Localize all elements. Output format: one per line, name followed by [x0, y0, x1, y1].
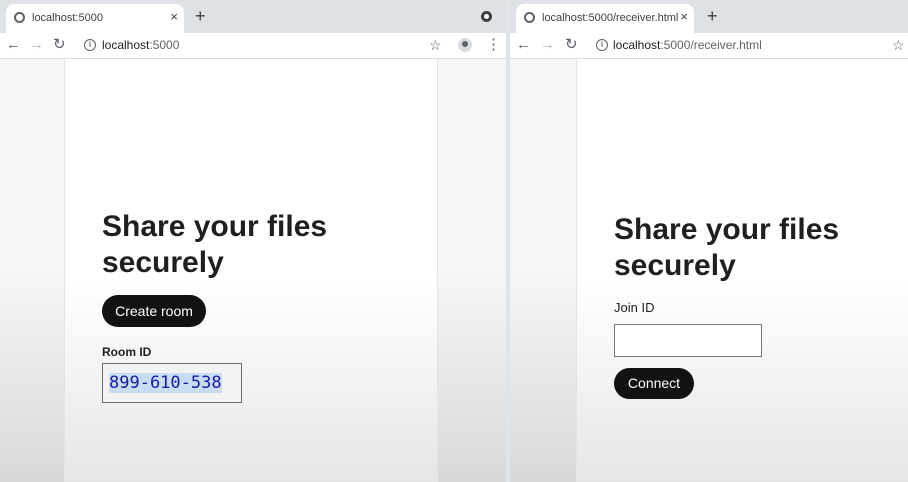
reload-button[interactable]: ↻: [53, 35, 66, 55]
page-title: Share your files securely: [102, 209, 327, 281]
close-icon[interactable]: ×: [680, 8, 688, 26]
url-path: :5000/receiver.html: [660, 38, 762, 52]
room-id-label: Room ID: [102, 345, 152, 359]
page-title: Share your files securely: [614, 212, 839, 284]
connect-button[interactable]: Connect: [614, 368, 694, 399]
page-viewport: Share your files securely Create room Ro…: [0, 59, 506, 482]
menu-icon[interactable]: ⋮: [486, 35, 501, 55]
tab-title: localhost:5000: [32, 12, 103, 24]
bookmark-star-icon[interactable]: ☆: [892, 36, 905, 54]
title-line-1: Share your files: [102, 210, 328, 243]
join-id-input[interactable]: [614, 324, 762, 357]
url-host: localhost: [102, 38, 150, 52]
title-line-2: securely: [614, 249, 736, 282]
bookmark-star-icon[interactable]: ☆: [429, 36, 442, 54]
forward-button[interactable]: →: [29, 35, 44, 55]
toolbar: ← → ↻ i localhost:5000 ☆ ⋮: [0, 33, 506, 59]
toolbar: ← → ↻ i localhost:5000/receiver.html ☆: [510, 33, 908, 59]
new-tab-button[interactable]: +: [195, 7, 206, 25]
back-button[interactable]: ←: [516, 35, 531, 55]
room-id-value[interactable]: 899-610-538: [109, 373, 222, 393]
tab-strip: localhost:5000 × +: [0, 0, 506, 33]
close-icon[interactable]: ×: [170, 8, 178, 26]
page-card: Share your files securely Join ID Connec…: [576, 59, 908, 482]
info-icon[interactable]: i: [596, 39, 608, 51]
receiver-browser-window: localhost:5000/receiver.html × + ← → ↻ i…: [510, 0, 908, 482]
sender-browser-window: localhost:5000 × + ← → ↻ i localhost:500…: [0, 0, 506, 482]
forward-button[interactable]: →: [540, 35, 555, 55]
new-tab-button[interactable]: +: [707, 7, 718, 25]
tab-strip: localhost:5000/receiver.html × +: [510, 0, 908, 33]
address-bar[interactable]: localhost:5000: [102, 38, 179, 52]
back-button[interactable]: ←: [6, 35, 21, 55]
tab-title: localhost:5000/receiver.html: [542, 12, 679, 24]
record-icon[interactable]: [481, 11, 492, 22]
tab-receiver[interactable]: localhost:5000/receiver.html ×: [516, 4, 694, 33]
globe-icon: [524, 12, 535, 23]
address-bar[interactable]: localhost:5000/receiver.html: [613, 38, 762, 52]
title-line-2: securely: [102, 246, 224, 279]
join-id-label: Join ID: [614, 300, 655, 315]
create-room-button[interactable]: Create room: [102, 295, 206, 327]
info-icon[interactable]: i: [84, 39, 96, 51]
url-host: localhost: [613, 38, 661, 52]
title-line-1: Share your files: [614, 213, 840, 246]
page-viewport: Share your files securely Join ID Connec…: [510, 59, 908, 482]
globe-icon: [14, 12, 25, 23]
page-card: Share your files securely Create room Ro…: [64, 59, 438, 482]
room-id-box[interactable]: 899-610-538: [102, 363, 242, 403]
tab-sender[interactable]: localhost:5000 ×: [6, 4, 184, 33]
account-icon[interactable]: [458, 38, 472, 52]
url-path: :5000: [149, 38, 180, 52]
reload-button[interactable]: ↻: [565, 35, 578, 55]
